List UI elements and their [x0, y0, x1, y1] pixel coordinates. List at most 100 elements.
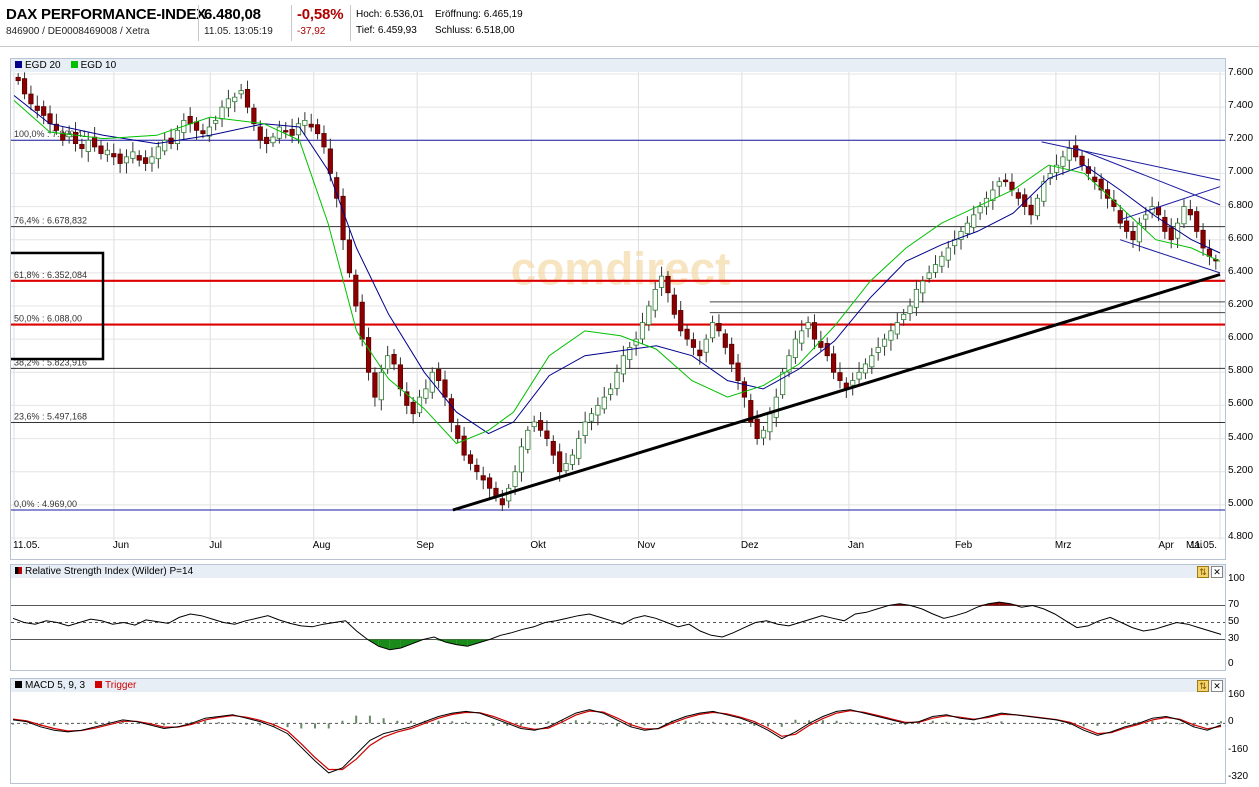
candle-body [518, 446, 525, 473]
candle-body [238, 90, 244, 95]
candle-body [365, 337, 372, 373]
macd-settings-button[interactable]: ⇅ [1197, 680, 1209, 692]
macd-histogram-bar [327, 723, 330, 729]
macd-histogram-bar [835, 720, 838, 724]
candle-body [639, 322, 646, 340]
candle-body [28, 93, 34, 105]
candle-body [321, 133, 327, 148]
egd10-label: EGD 10 [80, 60, 117, 71]
macd-histogram-bar [492, 723, 495, 726]
candle-body [665, 275, 671, 294]
macd-histogram-bar [382, 718, 385, 724]
rsi-y-tick: 70 [1228, 598, 1240, 610]
candle-body [283, 130, 289, 133]
candle-body [219, 106, 225, 120]
range-block: Hoch: 6.536,01 Tief: 6.459,93 [356, 7, 424, 39]
price-y-tick: 7.600 [1228, 67, 1254, 78]
candle-body [907, 305, 913, 314]
rsi-oversold-area [400, 639, 412, 648]
macd-histogram-bar [12, 723, 14, 725]
candle-body [582, 421, 588, 436]
candle-body [270, 136, 276, 144]
candle-body [595, 405, 601, 416]
price-chart-legend: EGD 20 EGD 10 [11, 59, 1225, 72]
rsi-y-tick: 30 [1228, 632, 1240, 644]
candle-body [340, 195, 346, 241]
macd-histogram-bar [396, 720, 399, 724]
candle-body [1073, 145, 1079, 158]
candle-body [754, 418, 760, 439]
candle-body [499, 498, 505, 506]
candle-body [869, 355, 875, 368]
candle-body [614, 371, 620, 389]
macd-histogram-bar [767, 723, 769, 727]
price-y-tick: 5.600 [1228, 398, 1254, 410]
price-chart-plot[interactable]: comdirect100,0% : 7.200,4176,4% : 6.678,… [11, 72, 1225, 558]
date-x-label: Nov [637, 540, 656, 551]
macd-panel: MACD 5, 9, 3 Trigger ⇅ ✕ [10, 678, 1226, 784]
candle-body [875, 347, 881, 353]
candle-body [862, 363, 869, 374]
low-label: Tief: [356, 25, 376, 36]
candle-body [41, 106, 47, 116]
candle-body [155, 146, 161, 160]
candle-body [1194, 211, 1200, 232]
macd-y-tick: 160 [1228, 689, 1245, 700]
candle-body [722, 333, 728, 348]
macd-histogram-bar [972, 723, 975, 725]
macd-plot[interactable] [11, 692, 1225, 782]
macd-close-button[interactable]: ✕ [1211, 680, 1223, 692]
rsi-y-tick: 100 [1228, 573, 1245, 584]
rsi-panel: Relative Strength Index (Wilder) P=14 ⇅ … [10, 564, 1226, 671]
candle-body [964, 222, 970, 234]
candle-body [346, 239, 353, 274]
macd-histogram-bar [94, 721, 97, 724]
header-divider [350, 5, 351, 41]
candle-body [525, 429, 531, 450]
candle-body [773, 396, 779, 418]
candle-body [760, 429, 767, 439]
candle-body [646, 305, 652, 325]
candle-body [977, 206, 983, 214]
price-y-tick: 4.800 [1228, 531, 1254, 542]
candle-body [244, 89, 251, 108]
open-label: Eröffnung: [435, 9, 481, 20]
macd-histogram-bar [1110, 722, 1113, 724]
macd-histogram-bar [231, 722, 234, 724]
macd-histogram-bar [437, 720, 440, 724]
macd-histogram-bar [465, 721, 467, 724]
close-label: Schluss: [435, 25, 473, 36]
rsi-settings-button[interactable]: ⇅ [1197, 566, 1209, 578]
rsi-legend: Relative Strength Index (Wilder) P=14 [11, 565, 1225, 578]
macd-histogram-bar [1220, 721, 1222, 724]
macd-histogram-bar [959, 723, 962, 725]
rsi-plot[interactable] [11, 578, 1225, 669]
price-y-tick: 5.000 [1228, 497, 1254, 509]
candle-body [1143, 214, 1149, 220]
price-block: 6.480,08 11.05. 13:05:19 [204, 6, 273, 37]
candle-body [448, 398, 454, 423]
macd-histogram-bar [478, 723, 481, 724]
candle-body [15, 76, 21, 82]
macd-histogram-bar [1123, 721, 1126, 724]
close-value: 6.518,00 [475, 25, 515, 36]
candle-body [799, 330, 805, 344]
candle-body [474, 464, 480, 473]
egd10-swatch [70, 61, 78, 68]
macd-line [12, 709, 1222, 774]
candle-body [792, 338, 798, 358]
macd-histogram-bar [863, 723, 866, 725]
candle-body [831, 353, 837, 373]
candle-body [729, 343, 735, 365]
macd-histogram-bar [547, 721, 550, 724]
macd-histogram-bar [1014, 723, 1017, 724]
rsi-close-button[interactable]: ✕ [1211, 566, 1223, 578]
date-x-label: 11.05. [13, 540, 41, 551]
candle-body [601, 396, 607, 410]
candle-body [780, 371, 786, 396]
macd-legend: MACD 5, 9, 3 Trigger [11, 679, 1225, 692]
macd-histogram-bar [780, 723, 783, 727]
rsi-line [12, 601, 1222, 651]
instrument-ids: 846900 / DE0008469008 / Xetra [6, 26, 150, 37]
candle-body [512, 471, 518, 487]
